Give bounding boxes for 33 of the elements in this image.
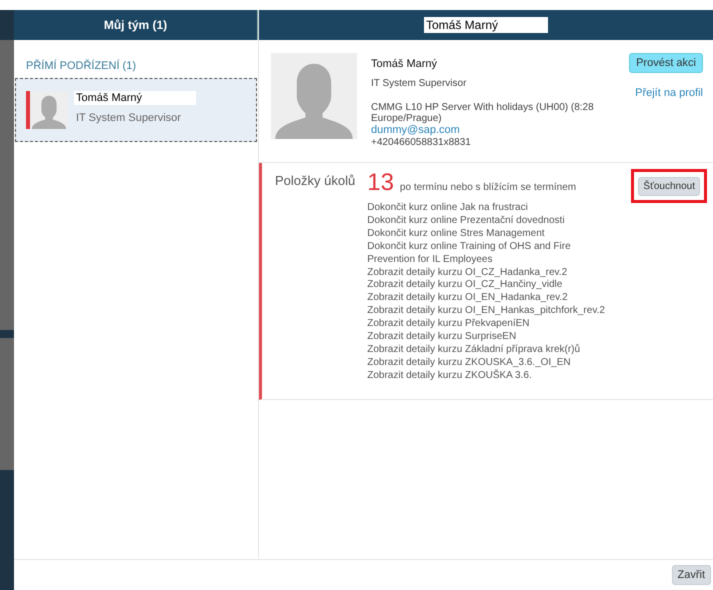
task-item: Zobrazit detaily kurzu Základní příprava krek(r)ů [367, 344, 582, 357]
task-item: Zobrazit detaily kurzu ZKOUSKA_3.6._OI_EN [367, 356, 572, 369]
task-count: 13 [367, 171, 394, 195]
profile-link[interactable]: Přejít na profil [635, 87, 703, 99]
section-title: PŘÍMÍ PODŘÍZENÍ (1) [25, 58, 138, 74]
member-name: Tomáš Marný [74, 91, 196, 105]
nudge-button[interactable]: Šťouchnout [638, 177, 700, 196]
task-item: Zobrazit detaily kurzu OI_EN_Hankas_pitchfork_rev.2 [367, 305, 606, 318]
task-item: Zobrazit detaily kurzu PřekvapeníEN [367, 318, 531, 332]
avatar-icon [271, 53, 357, 139]
panel-title: Můj tým (1) [104, 18, 168, 32]
task-item: Zobrazit detaily kurzu SurpriseEN [367, 331, 518, 344]
team-member-item[interactable]: Tomáš Marný IT System Supervisor [15, 78, 257, 142]
task-item: Dokončit kurz online Jak na frustraci [367, 202, 529, 215]
task-item: Zobrazit detaily kurzu OI_CZ_Hadanka_rev.2 [367, 266, 568, 280]
count-label: po termínu nebo s blížícím se termínem [400, 182, 576, 195]
profile-role: IT System Supervisor [371, 78, 468, 89]
task-item: Zobrazit detaily kurzu OI_EN_Hadanka_rev.2 [367, 292, 569, 306]
task-item: Dokončit kurz online Training of OHS and Fire Prevention for IL Employees [367, 240, 572, 267]
email-link[interactable]: dummy@sap.com [371, 124, 616, 136]
profile-name: Tomáš Marný [371, 58, 438, 70]
avatar-icon [30, 91, 68, 129]
task-item: Dokončit kurz online Stres Management [367, 228, 546, 241]
action-button[interactable]: Provést akci [629, 53, 703, 73]
phone-number: +420466058831x8831 [371, 137, 472, 148]
tasks-label: Položky úkolů [275, 172, 356, 190]
task-item: Zobrazit detaily kurzu OI_CZ_Hančiny_vidle [367, 279, 564, 292]
task-item: Zobrazit detaily kurzu ZKOUŠKA 3.6. [367, 370, 533, 383]
task-item: Dokončit kurz online Prezentační dovednosti [367, 214, 566, 228]
panel-title: Tomáš Marný [424, 17, 548, 33]
close-button[interactable]: Zavřit [672, 565, 711, 585]
profile-location: CMMG L10 HP Server With holidays (UH00) (8:28 Europe/Prague) [371, 102, 595, 124]
member-role: IT System Supervisor [75, 112, 182, 124]
